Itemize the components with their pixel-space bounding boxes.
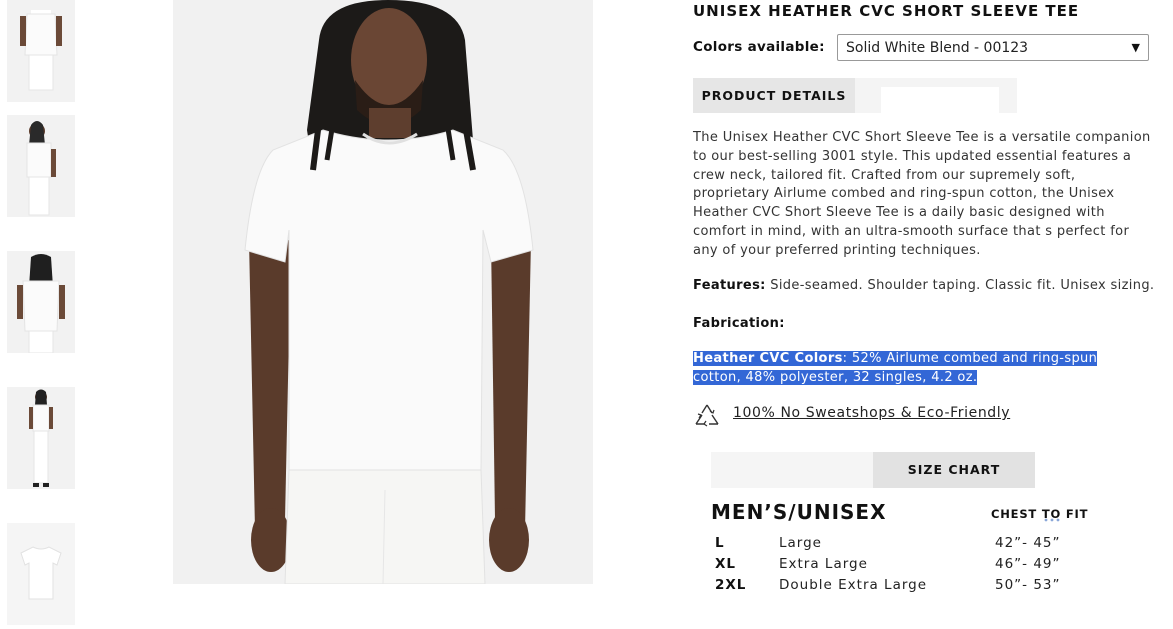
dropdown-arrow-icon: ▼ <box>1131 41 1140 54</box>
size-code: L <box>715 535 725 551</box>
fabrication-label: Fabrication: <box>693 316 785 331</box>
product-title: UNISEX HEATHER CVC SHORT SLEEVE TEE <box>693 2 1080 20</box>
size-tab-bar <box>711 452 873 488</box>
main-product-image <box>173 0 593 584</box>
recycle-icon <box>695 404 719 427</box>
size-name: Large <box>779 535 822 551</box>
thumbnail-full[interactable] <box>7 387 75 489</box>
loading-spinner-icon <box>1044 518 1060 522</box>
thumbnail-front[interactable] <box>7 0 75 102</box>
heather-fabrication: Heather CVC Colors: 52% Airlume combed a… <box>693 349 1133 387</box>
tab-size-chart[interactable]: SIZE CHART <box>873 452 1035 488</box>
size-chest: 46”- 49” <box>995 556 1061 572</box>
size-name: Extra Large <box>779 556 868 572</box>
size-code: XL <box>715 556 737 572</box>
thumbnail-flat[interactable] <box>7 523 75 625</box>
eco-friendly-link[interactable]: 100% No Sweatshops & Eco-Friendly <box>733 405 1010 421</box>
features-text: Side-seamed. Shoulder taping. Classic fi… <box>765 278 1155 293</box>
product-description: The Unisex Heather CVC Short Sleeve Tee … <box>693 130 1151 258</box>
heather-label: Heather CVC Colors <box>693 351 843 366</box>
chest-column-header: CHEST TO FIT <box>991 507 1089 521</box>
size-name: Double Extra Large <box>779 577 928 593</box>
tab-product-details[interactable]: PRODUCT DETAILS <box>693 78 855 113</box>
thumbnail-side[interactable] <box>7 115 75 217</box>
size-chart-heading: MEN’S/UNISEX <box>711 500 887 524</box>
color-select-value: Solid White Blend - 00123 <box>846 40 1029 56</box>
tab-placeholder <box>881 87 999 113</box>
features-line: Features: Side-seamed. Shoulder taping. … <box>693 278 1154 293</box>
features-label: Features: <box>693 278 766 293</box>
thumbnail-back[interactable] <box>7 251 75 353</box>
color-select[interactable]: Solid White Blend - 00123 ▼ <box>837 34 1149 61</box>
size-chest: 42”- 45” <box>995 535 1061 551</box>
size-chest: 50”- 53” <box>995 577 1061 593</box>
size-code: 2XL <box>715 577 747 593</box>
colors-label: Colors available: <box>693 39 825 55</box>
